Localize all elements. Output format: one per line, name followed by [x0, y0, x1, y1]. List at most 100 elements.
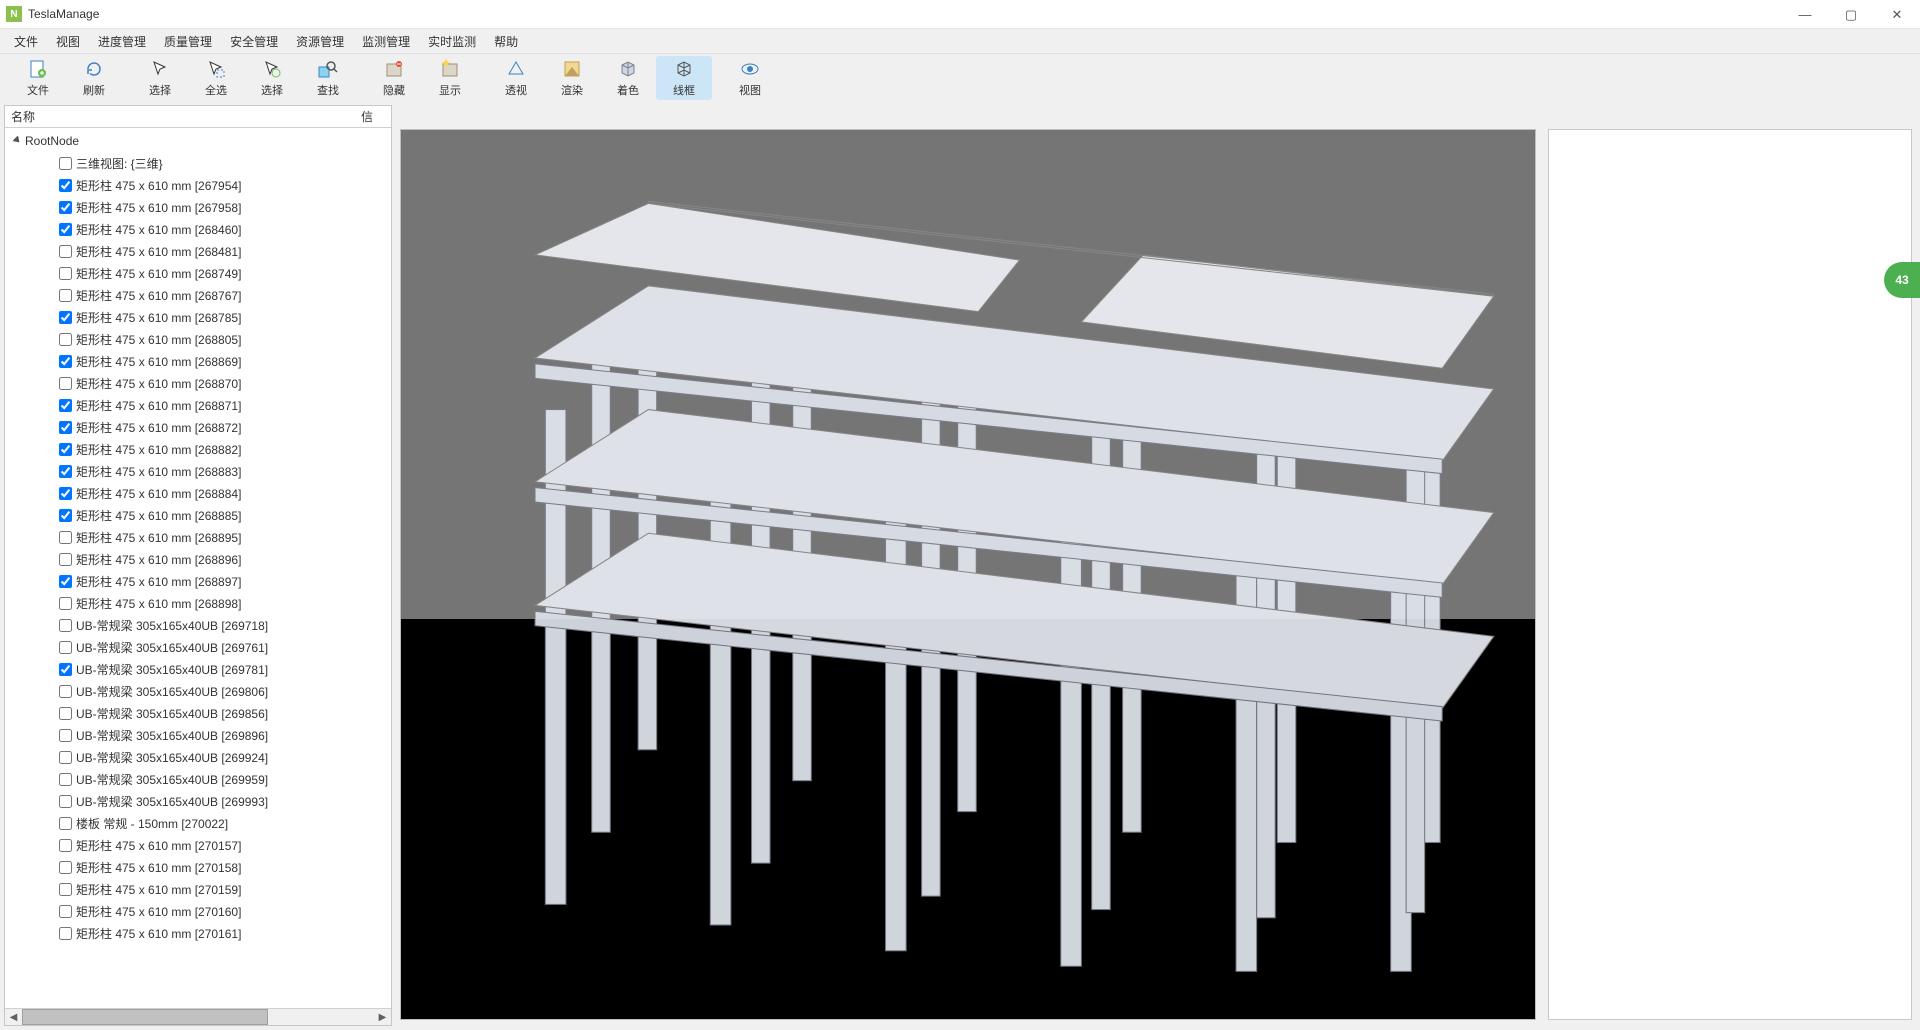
tree-checkbox[interactable] — [59, 773, 72, 786]
tree-row[interactable]: UB-常规梁 305x165x40UB [269993] — [5, 790, 391, 812]
toolbar-selectall-button[interactable]: 全选 — [188, 56, 244, 100]
tree-row[interactable]: 楼板 常规 - 150mm [270022] — [5, 812, 391, 834]
tree-row[interactable]: 矩形柱 475 x 610 mm [268785] — [5, 306, 391, 328]
tree-checkbox[interactable] — [59, 179, 72, 192]
tree-row[interactable]: 矩形柱 475 x 610 mm [268767] — [5, 284, 391, 306]
tree-row[interactable]: 矩形柱 475 x 610 mm [268885] — [5, 504, 391, 526]
tree-row[interactable]: UB-常规梁 305x165x40UB [269781] — [5, 658, 391, 680]
tree-checkbox[interactable] — [59, 311, 72, 324]
tree-row[interactable]: UB-常规梁 305x165x40UB [269924] — [5, 746, 391, 768]
tree-row[interactable]: UB-常规梁 305x165x40UB [269806] — [5, 680, 391, 702]
toolbar-shade-button[interactable]: 着色 — [600, 56, 656, 100]
tree-row[interactable]: UB-常规梁 305x165x40UB [269896] — [5, 724, 391, 746]
tree-checkbox[interactable] — [59, 465, 72, 478]
notification-badge[interactable]: 43 — [1884, 262, 1920, 298]
scroll-track[interactable] — [22, 1009, 374, 1025]
tree-checkbox[interactable] — [59, 421, 72, 434]
menu-item-7[interactable]: 实时监测 — [420, 30, 484, 53]
tree-checkbox[interactable] — [59, 861, 72, 874]
toolbar-pick-button[interactable]: 选择 — [244, 56, 300, 100]
menu-item-8[interactable]: 帮助 — [486, 30, 526, 53]
tree-checkbox[interactable] — [59, 355, 72, 368]
tree-checkbox[interactable] — [59, 531, 72, 544]
tree-checkbox[interactable] — [59, 927, 72, 940]
minimize-button[interactable]: — — [1782, 0, 1828, 29]
tree-checkbox[interactable] — [59, 289, 72, 302]
tree-row[interactable]: 三维视图: {三维} — [5, 152, 391, 174]
menu-item-5[interactable]: 资源管理 — [288, 30, 352, 53]
toolbar-view-button[interactable]: 视图 — [722, 56, 778, 100]
tree-checkbox[interactable] — [59, 839, 72, 852]
menu-item-1[interactable]: 视图 — [48, 30, 88, 53]
tree-checkbox[interactable] — [59, 619, 72, 632]
tree-row[interactable]: UB-常规梁 305x165x40UB [269959] — [5, 768, 391, 790]
tree-checkbox[interactable] — [59, 245, 72, 258]
tree-row[interactable]: 矩形柱 475 x 610 mm [268749] — [5, 262, 391, 284]
tree-root-row[interactable]: RootNode — [5, 130, 391, 152]
tree-checkbox[interactable] — [59, 201, 72, 214]
tree-row[interactable]: 矩形柱 475 x 610 mm [268895] — [5, 526, 391, 548]
scroll-right-icon[interactable]: ▶ — [374, 1009, 391, 1026]
tree-checkbox[interactable] — [59, 817, 72, 830]
tree-checkbox[interactable] — [59, 267, 72, 280]
menu-item-0[interactable]: 文件 — [6, 30, 46, 53]
expand-icon[interactable] — [11, 136, 25, 146]
tree-checkbox[interactable] — [59, 883, 72, 896]
tree-checkbox[interactable] — [59, 905, 72, 918]
toolbar-find-button[interactable]: 查找 — [300, 56, 356, 100]
tree-checkbox[interactable] — [59, 575, 72, 588]
tree-row[interactable]: 矩形柱 475 x 610 mm [270157] — [5, 834, 391, 856]
tree-row[interactable]: 矩形柱 475 x 610 mm [268897] — [5, 570, 391, 592]
tree-row[interactable]: 矩形柱 475 x 610 mm [268871] — [5, 394, 391, 416]
tree-row[interactable]: 矩形柱 475 x 610 mm [268870] — [5, 372, 391, 394]
tree-row[interactable]: 矩形柱 475 x 610 mm [268805] — [5, 328, 391, 350]
menu-item-3[interactable]: 质量管理 — [156, 30, 220, 53]
toolbar-file-button[interactable]: 文件 — [10, 56, 66, 100]
tree-row[interactable]: 矩形柱 475 x 610 mm [268872] — [5, 416, 391, 438]
tree-row[interactable]: 矩形柱 475 x 610 mm [268869] — [5, 350, 391, 372]
tree-checkbox[interactable] — [59, 751, 72, 764]
tree-row[interactable]: 矩形柱 475 x 610 mm [268883] — [5, 460, 391, 482]
toolbar-wireframe-button[interactable]: 线框 — [656, 56, 712, 100]
toolbar-show-button[interactable]: 显示 — [422, 56, 478, 100]
tree-row[interactable]: 矩形柱 475 x 610 mm [270158] — [5, 856, 391, 878]
tree-checkbox[interactable] — [59, 509, 72, 522]
tree-row[interactable]: UB-常规梁 305x165x40UB [269856] — [5, 702, 391, 724]
tree-horizontal-scrollbar[interactable]: ◀ ▶ — [5, 1008, 391, 1025]
tree-body[interactable]: RootNode 三维视图: {三维}矩形柱 475 x 610 mm [267… — [5, 128, 391, 1008]
tree-checkbox[interactable] — [59, 399, 72, 412]
toolbar-perspective-button[interactable]: 透视 — [488, 56, 544, 100]
tree-checkbox[interactable] — [59, 157, 72, 170]
tree-row[interactable]: 矩形柱 475 x 610 mm [270160] — [5, 900, 391, 922]
tree-row[interactable]: 矩形柱 475 x 610 mm [270159] — [5, 878, 391, 900]
tree-row[interactable]: 矩形柱 475 x 610 mm [267954] — [5, 174, 391, 196]
tree-row[interactable]: 矩形柱 475 x 610 mm [268481] — [5, 240, 391, 262]
tree-row[interactable]: 矩形柱 475 x 610 mm [268884] — [5, 482, 391, 504]
close-button[interactable]: ✕ — [1874, 0, 1920, 29]
tree-row[interactable]: 矩形柱 475 x 610 mm [270161] — [5, 922, 391, 944]
toolbar-render-button[interactable]: 渲染 — [544, 56, 600, 100]
tree-checkbox[interactable] — [59, 443, 72, 456]
menu-item-2[interactable]: 进度管理 — [90, 30, 154, 53]
tree-row[interactable]: 矩形柱 475 x 610 mm [268882] — [5, 438, 391, 460]
tree-checkbox[interactable] — [59, 487, 72, 500]
tree-checkbox[interactable] — [59, 729, 72, 742]
tree-checkbox[interactable] — [59, 553, 72, 566]
tree-checkbox[interactable] — [59, 377, 72, 390]
toolbar-select-button[interactable]: 选择 — [132, 56, 188, 100]
toolbar-hide-button[interactable]: 隐藏 — [366, 56, 422, 100]
tree-checkbox[interactable] — [59, 333, 72, 346]
viewport-3d[interactable] — [400, 129, 1536, 1020]
menu-item-4[interactable]: 安全管理 — [222, 30, 286, 53]
tree-row[interactable]: 矩形柱 475 x 610 mm [268896] — [5, 548, 391, 570]
toolbar-refresh-button[interactable]: 刷新 — [66, 56, 122, 100]
tree-checkbox[interactable] — [59, 707, 72, 720]
tree-row[interactable]: UB-常规梁 305x165x40UB [269761] — [5, 636, 391, 658]
tree-checkbox[interactable] — [59, 795, 72, 808]
tree-checkbox[interactable] — [59, 223, 72, 236]
tree-checkbox[interactable] — [59, 641, 72, 654]
menu-item-6[interactable]: 监测管理 — [354, 30, 418, 53]
scroll-thumb[interactable] — [22, 1009, 268, 1025]
tree-checkbox[interactable] — [59, 663, 72, 676]
tree-row[interactable]: 矩形柱 475 x 610 mm [267958] — [5, 196, 391, 218]
